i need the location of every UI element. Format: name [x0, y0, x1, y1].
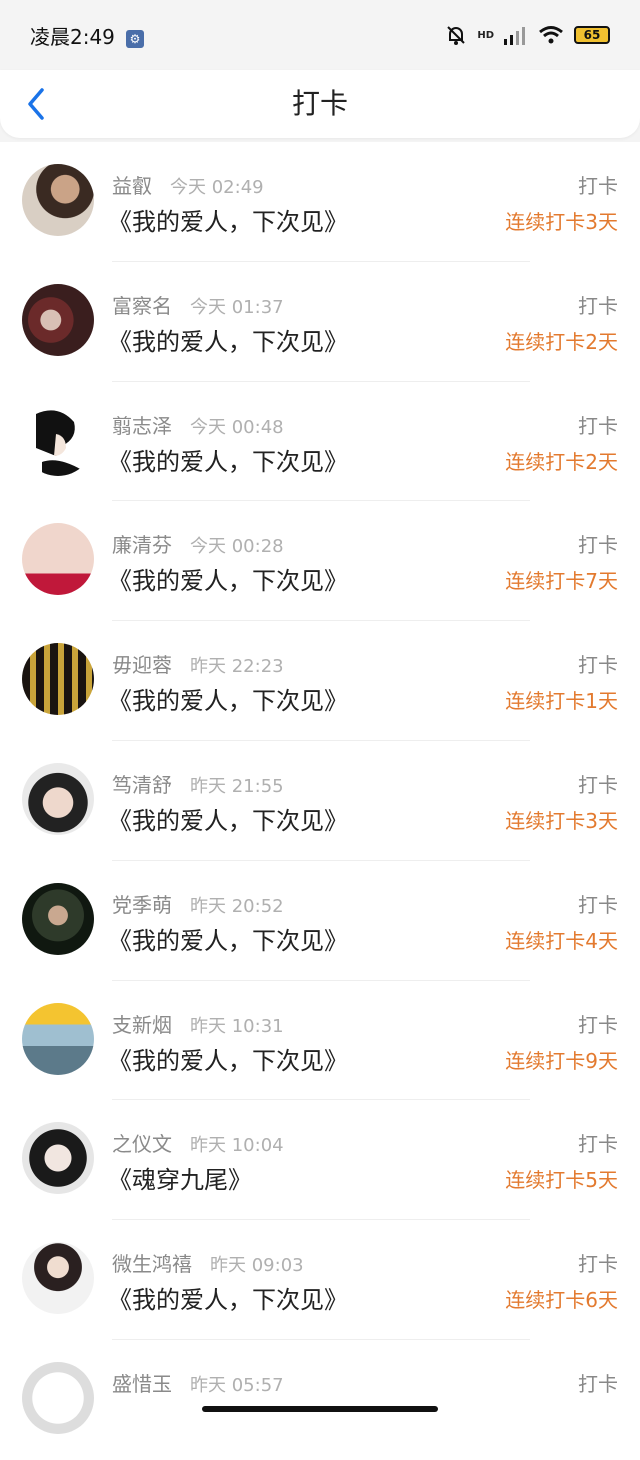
checkin-tag: 打卡 [578, 174, 618, 198]
avatar[interactable] [22, 762, 94, 835]
avatar[interactable] [22, 164, 94, 236]
signal-icon [504, 27, 525, 45]
list-item[interactable]: 笃清舒 昨天 21:55 《我的爱人，下次见》 打卡 连续打卡3天 [0, 741, 640, 861]
list-item[interactable]: 毋迎蓉 昨天 22:23 《我的爱人，下次见》 打卡 连续打卡1天 [0, 621, 640, 741]
checkin-tag: 打卡 [578, 653, 618, 678]
user-name[interactable]: 支新烟 [112, 1013, 172, 1037]
settings-gear-icon: ⚙ [126, 30, 145, 48]
avatar[interactable] [22, 1242, 94, 1315]
list-item[interactable]: 之仪文 昨天 10:04 《魂穿九尾》 打卡 连续打卡5天 [0, 1100, 640, 1221]
book-title[interactable]: 《我的爱人，下次见》 [108, 1280, 348, 1315]
avatar[interactable] [22, 643, 94, 716]
streak-label: 连续打卡1天 [505, 689, 618, 714]
wifi-icon [539, 26, 563, 44]
status-left: 凌晨2:49 ⚙ [30, 21, 145, 50]
avatar[interactable] [22, 882, 94, 955]
user-name[interactable]: 廉清芬 [112, 533, 172, 557]
checkin-time: 昨天 20:52 [190, 895, 284, 917]
checkin-time: 昨天 22:23 [190, 656, 284, 678]
streak-label: 连续打卡5天 [505, 1168, 618, 1193]
battery-icon: 65 [574, 26, 610, 44]
streak-label: 连续打卡9天 [505, 1048, 618, 1073]
streak-label: 连续打卡4天 [505, 928, 618, 953]
list-item[interactable]: 益叡 今天 02:49 《我的爱人，下次见》 打卡 连续打卡3天 [0, 142, 640, 262]
checkin-time: 今天 00:28 [190, 536, 284, 558]
checkin-time: 昨天 10:04 [190, 1135, 284, 1157]
avatar-drawing [36, 410, 82, 476]
status-right: HD 65 [445, 24, 610, 46]
user-name[interactable]: 翦志泽 [112, 414, 172, 438]
home-indicator[interactable] [202, 1406, 438, 1412]
user-name[interactable]: 之仪文 [112, 1132, 172, 1156]
streak-label: 连续打卡2天 [505, 449, 618, 474]
streak-label: 连续打卡3天 [505, 808, 618, 833]
checkin-tag: 打卡 [578, 892, 618, 917]
avatar[interactable] [22, 1122, 94, 1195]
streak-label: 连续打卡3天 [505, 210, 618, 234]
book-title[interactable]: 《我的爱人，下次见》 [108, 801, 348, 836]
book-title[interactable]: 《我的爱人，下次见》 [108, 202, 348, 237]
user-name[interactable]: 盛惜玉 [112, 1372, 172, 1396]
status-time: 凌晨2:49 [30, 24, 115, 49]
list-item[interactable]: 微生鸿禧 昨天 09:03 《我的爱人，下次见》 打卡 连续打卡6天 [0, 1220, 640, 1340]
checkin-tag: 打卡 [578, 1252, 618, 1277]
book-title[interactable]: 《我的爱人，下次见》 [108, 322, 348, 357]
checkin-tag: 打卡 [578, 413, 618, 438]
streak-label: 连续打卡2天 [505, 329, 618, 354]
user-name[interactable]: 笃清舒 [112, 773, 172, 797]
user-name[interactable]: 富察名 [112, 294, 172, 318]
hd-label: HD [477, 29, 494, 41]
checkin-time: 今天 00:48 [190, 416, 284, 438]
user-name[interactable]: 毋迎蓉 [112, 653, 172, 677]
list-item[interactable]: 廉清芬 今天 00:28 《我的爱人，下次见》 打卡 连续打卡7天 [0, 501, 640, 622]
avatar[interactable] [22, 1361, 94, 1434]
checkin-time: 昨天 09:03 [210, 1255, 304, 1277]
header: 打卡 [0, 70, 640, 138]
list-item[interactable]: 党季萌 昨天 20:52 《我的爱人，下次见》 打卡 连续打卡4天 [0, 861, 640, 981]
book-title[interactable]: 《魂穿九尾》 [108, 1160, 252, 1195]
checkin-tag: 打卡 [578, 1012, 618, 1037]
checkin-tag: 打卡 [578, 1371, 618, 1396]
book-title[interactable]: 《我的爱人，下次见》 [108, 1041, 348, 1076]
checkin-time: 昨天 10:31 [190, 1015, 284, 1037]
checkin-tag: 打卡 [578, 293, 618, 318]
mute-bell-icon [447, 26, 466, 45]
status-bar: 凌晨2:49 ⚙ HD 65 [0, 0, 640, 70]
checkin-time: 今天 02:49 [170, 177, 264, 198]
avatar[interactable] [22, 283, 94, 356]
list-item[interactable]: 盛惜玉 昨天 05:57 打卡 [0, 1340, 640, 1460]
streak-label: 连续打卡7天 [505, 569, 618, 594]
checkin-tag: 打卡 [578, 533, 618, 558]
book-title[interactable]: 《我的爱人，下次见》 [108, 442, 348, 477]
list-item[interactable]: 支新烟 昨天 10:31 《我的爱人，下次见》 打卡 连续打卡9天 [0, 981, 640, 1101]
checkin-tag: 打卡 [578, 772, 618, 797]
page-title: 打卡 [291, 87, 348, 120]
list-item[interactable]: 富察名 今天 01:37 《我的爱人，下次见》 打卡 连续打卡2天 [0, 262, 640, 382]
list-item[interactable]: 翦志泽 今天 00:48 《我的爱人，下次见》 打卡 连续打卡2天 [0, 382, 640, 502]
user-name[interactable]: 微生鸿禧 [112, 1252, 192, 1276]
book-title[interactable]: 《我的爱人，下次见》 [108, 561, 348, 596]
avatar[interactable] [22, 523, 94, 596]
avatar[interactable] [22, 403, 94, 476]
streak-label: 连续打卡6天 [505, 1288, 618, 1313]
checkin-list: 益叡 今天 02:49 《我的爱人，下次见》 打卡 连续打卡3天 富察名 今天 01… [0, 142, 640, 1460]
user-name[interactable]: 党季萌 [112, 893, 172, 917]
book-title[interactable]: 《我的爱人，下次见》 [108, 681, 348, 716]
checkin-time: 今天 01:37 [190, 296, 284, 318]
avatar[interactable] [22, 1002, 94, 1075]
checkin-time: 昨天 05:57 [190, 1374, 284, 1396]
book-title[interactable]: 《我的爱人，下次见》 [108, 921, 348, 956]
checkin-tag: 打卡 [578, 1132, 618, 1157]
user-name[interactable]: 益叡 [112, 174, 152, 198]
checkin-time: 昨天 21:55 [190, 775, 284, 797]
